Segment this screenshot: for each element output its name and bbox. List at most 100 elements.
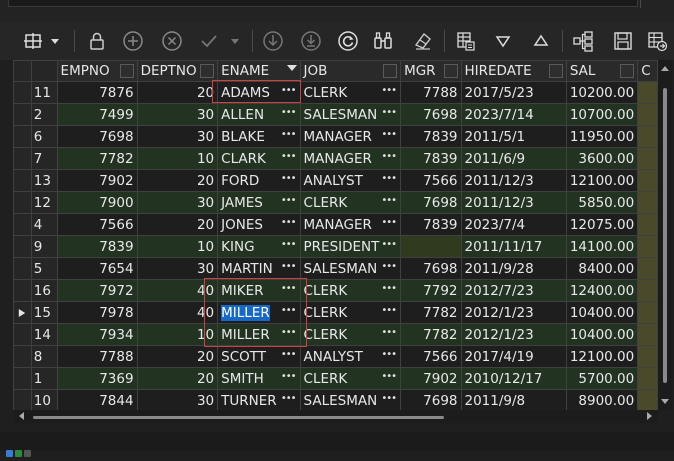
cell-mgr[interactable]: 7566 [400,169,462,192]
ellipsis-icon[interactable]: ••• [381,261,397,272]
pin-columns-icon[interactable] [20,28,46,54]
cell-mgr[interactable]: 7792 [400,279,462,302]
refresh-icon[interactable] [335,28,361,54]
cell-job[interactable]: CLERK ••• [299,367,402,390]
cell-empno[interactable]: 7978 [56,301,138,324]
table-row[interactable]: 10 7844 30 TURNER ••• SALESMAN ••• 7698 2011/9/8… [13,389,658,410]
ellipsis-icon[interactable]: ••• [281,305,297,316]
cell-ename[interactable]: SCOTT ••• [217,345,301,368]
sort-desc-icon[interactable] [286,65,297,71]
cell-mgr[interactable]: 7902 [400,367,462,390]
cell-sal[interactable]: 12400.00 [565,279,639,302]
cell-deptno[interactable]: 40 [136,301,219,324]
cell-hiredate[interactable]: 2023/7/14 [460,103,567,126]
cell-c[interactable] [637,301,658,324]
cell-ename[interactable]: ADAMS ••• [217,81,301,104]
ellipsis-icon[interactable]: ••• [281,217,297,228]
cell-ename[interactable]: CLARK ••• [217,147,301,170]
cell-deptno[interactable]: 30 [136,257,219,280]
cell-mgr[interactable]: 7698 [400,191,462,214]
cell-sal[interactable]: 12075.00 [565,213,639,236]
cell-deptno[interactable]: 10 [136,147,219,170]
row-indicator[interactable] [13,389,32,410]
column-filter-toggle[interactable] [383,64,398,78]
ellipsis-icon[interactable]: ••• [381,393,397,404]
cell-job[interactable]: CLERK ••• [299,323,402,346]
cell-deptno[interactable]: 20 [136,169,219,192]
row-number[interactable]: 4 [30,213,58,236]
cell-c[interactable] [637,323,658,346]
column-header-hiredate[interactable]: HIREDATE [460,60,567,82]
editor-area[interactable] [8,0,638,7]
cell-sal[interactable]: 10700.00 [565,103,639,126]
cell-deptno[interactable]: 20 [136,81,219,104]
row-indicator[interactable] [13,125,32,148]
column-header-ename[interactable]: ENAME [217,60,301,82]
fetch-all-icon[interactable] [298,28,324,54]
scroll-right-icon[interactable] [647,412,652,420]
cell-sal[interactable]: 8400.00 [565,257,639,280]
cell-deptno[interactable]: 30 [136,389,219,410]
cell-sal[interactable]: 8900.00 [565,389,639,410]
ellipsis-icon[interactable]: ••• [281,349,297,360]
ellipsis-icon[interactable]: ••• [281,85,297,96]
ellipsis-icon[interactable]: ••• [281,283,297,294]
cell-sal[interactable]: 5700.00 [565,367,639,390]
row-number[interactable]: 12 [30,191,58,214]
cell-hiredate[interactable]: 2012/1/23 [460,301,567,324]
ellipsis-icon[interactable]: ••• [381,327,397,338]
column-header-job[interactable]: JOB [299,60,402,82]
cell-hiredate[interactable]: 2011/9/28 [460,257,567,280]
ellipsis-icon[interactable]: ••• [381,195,397,206]
cell-empno[interactable]: 7698 [56,125,138,148]
cell-job[interactable]: ANALYST ••• [299,345,402,368]
ellipsis-icon[interactable]: ••• [281,129,297,140]
cell-empno[interactable]: 7839 [56,235,138,258]
row-number[interactable]: 1 [30,367,58,390]
cell-deptno[interactable]: 10 [136,235,219,258]
scroll-thumb[interactable] [663,88,667,383]
cell-hiredate[interactable]: 2011/11/17 [460,235,567,258]
column-header-deptno[interactable]: DEPTNO [136,60,219,82]
binoculars-icon[interactable] [370,28,396,54]
cell-sal[interactable]: 11950.00 [565,125,639,148]
cell-ename[interactable]: FORD ••• [217,169,301,192]
ellipsis-icon[interactable]: ••• [281,393,297,404]
scroll-left-icon[interactable] [19,412,24,420]
table-row[interactable]: 12 7900 30 JAMES ••• CLERK ••• 7698 2011/12/3 585… [13,191,658,214]
row-indicator[interactable] [13,235,32,258]
cell-ename[interactable]: JAMES ••• [217,191,301,214]
cell-hiredate[interactable]: 2011/6/9 [460,147,567,170]
cell-job[interactable]: CLERK ••• [299,81,402,104]
cell-hiredate[interactable]: 2010/12/17 [460,367,567,390]
ellipsis-icon[interactable]: ••• [381,173,397,184]
table-row[interactable]: 1 7369 20 SMITH ••• CLERK ••• 7902 2010/12/17 570… [13,367,658,390]
row-number[interactable]: 2 [30,103,58,126]
cell-deptno[interactable]: 10 [136,323,219,346]
row-indicator[interactable] [13,301,32,324]
table-row[interactable]: 4 7566 20 JONES ••• MANAGER ••• 7839 2023/7/4 120… [13,213,658,236]
cell-job[interactable]: MANAGER ••• [299,125,402,148]
cell-hiredate[interactable]: 2012/7/23 [460,279,567,302]
cell-mgr[interactable]: 7782 [400,301,462,324]
ellipsis-icon[interactable]: ••• [281,151,297,162]
ellipsis-icon[interactable]: ••• [381,305,397,316]
row-indicator[interactable] [13,191,32,214]
column-header-c[interactable]: C [637,60,658,82]
cell-job[interactable]: PRESIDENT ••• [299,235,402,258]
cell-deptno[interactable]: 30 [136,191,219,214]
ellipsis-icon[interactable]: ••• [281,261,297,272]
cell-job[interactable]: MANAGER ••• [299,147,402,170]
cell-c[interactable] [637,191,658,214]
cell-mgr[interactable]: 7839 [400,125,462,148]
cell-ename[interactable]: ALLEN ••• [217,103,301,126]
cell-sal[interactable]: 10400.00 [565,301,639,324]
cell-job[interactable]: CLERK ••• [299,301,402,324]
row-number[interactable]: 6 [30,125,58,148]
cell-c[interactable] [637,81,658,104]
post-edit-icon[interactable] [196,28,222,54]
cell-hiredate[interactable]: 2012/1/23 [460,323,567,346]
cell-c[interactable] [637,367,658,390]
cell-empno[interactable]: 7900 [56,191,138,214]
column-header-mgr[interactable]: MGR [400,60,462,82]
